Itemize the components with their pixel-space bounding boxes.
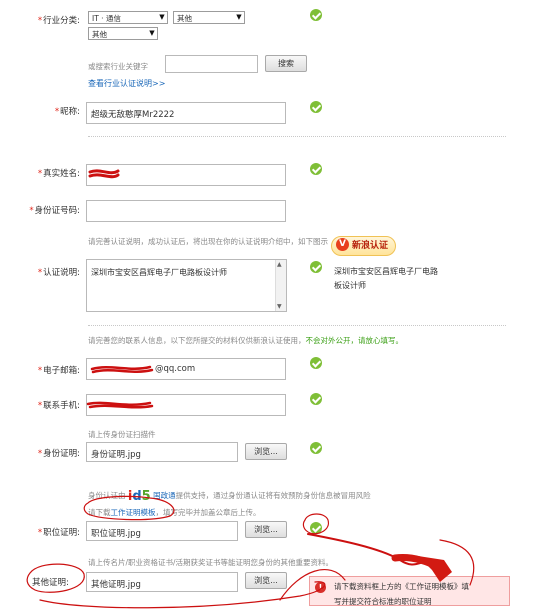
id5-note: 身份认证由 id5 国政通提供支持，通过身份通认证将有效预防身份信息被冒用风险 bbox=[88, 489, 371, 504]
id-number-label: *身份证号码: bbox=[29, 206, 80, 216]
divider bbox=[88, 136, 506, 137]
check-icon bbox=[310, 522, 322, 534]
industry-select-2[interactable]: 其他 ▼ bbox=[173, 11, 245, 24]
industry-search-input[interactable] bbox=[165, 55, 258, 73]
search-button[interactable]: 搜索 bbox=[265, 55, 307, 72]
contact-hint: 请完善您的联系人信息，以下您所提交的材料仅供新浪认证使用，不会对外公开，请放心填… bbox=[88, 336, 403, 345]
phone-label: *联系手机: bbox=[37, 401, 80, 411]
job-proof-label: *职位证明: bbox=[37, 528, 80, 538]
arrow-annotation bbox=[391, 554, 444, 572]
scroll-down-icon[interactable]: ▼ bbox=[277, 303, 282, 310]
browse-button[interactable]: 浏览... bbox=[245, 443, 287, 460]
other-proof-label: 其他证明: bbox=[32, 578, 69, 588]
chevron-down-icon: ▼ bbox=[146, 28, 157, 39]
industry-search-hint: 或搜索行业关键字 bbox=[88, 62, 148, 71]
view-industry-link[interactable]: 查看行业认证说明>> bbox=[88, 78, 165, 89]
check-icon bbox=[310, 357, 322, 369]
verify-desc-value: 深圳市宝安区昌辉电子厂电路板设计师 bbox=[91, 268, 227, 277]
sina-verify-badge: V 新浪认证 bbox=[331, 236, 397, 256]
scrollbar[interactable]: ▲ ▼ bbox=[275, 260, 286, 311]
check-icon bbox=[310, 163, 322, 175]
check-icon bbox=[310, 393, 322, 405]
scroll-up-icon[interactable]: ▲ bbox=[277, 261, 282, 268]
verify-preview-line1: 深圳市宝安区昌辉电子厂电路 bbox=[334, 267, 438, 276]
industry-label: *行业分类: bbox=[37, 16, 80, 26]
verify-desc-textarea[interactable]: 深圳市宝安区昌辉电子厂电路板设计师 ▲ ▼ bbox=[86, 259, 287, 312]
verify-preview-line2: 板设计师 bbox=[334, 281, 366, 290]
verify-preview: 深圳市宝安区昌辉电子厂电路 板设计师 bbox=[334, 265, 438, 293]
other-proof-file-input[interactable]: 其他证明.jpg bbox=[86, 572, 238, 592]
id5-logo: id5 bbox=[127, 489, 151, 504]
verify-desc-label: *认证说明: bbox=[37, 268, 80, 278]
industry-select-3[interactable]: 其他 ▼ bbox=[88, 27, 158, 40]
check-icon bbox=[310, 9, 322, 21]
nickname-input[interactable]: 超级无敌憨厚Mr2222 bbox=[86, 102, 286, 124]
error-line2: 写并提交符合标准的职位证明 bbox=[334, 597, 432, 606]
email-input[interactable]: @qq.com bbox=[86, 358, 286, 380]
nickname-label: *昵称: bbox=[54, 107, 80, 117]
job-proof-hint: 请下载工作证明模板，填写完毕并加盖公章后上传。 bbox=[88, 508, 261, 517]
phone-input[interactable] bbox=[86, 394, 286, 416]
eye-logo-icon: V bbox=[336, 238, 349, 251]
check-icon bbox=[310, 261, 322, 273]
error-tooltip: ! 请下载资料框上方的《工作证明模板》填 写并提交符合标准的职位证明 bbox=[309, 576, 510, 606]
industry-select-1[interactable]: IT · 通信 ▼ bbox=[88, 11, 168, 24]
verify-desc-hint: 请完善认证说明，成功认证后，将出现在你的认证说明介绍中，如下图示 bbox=[88, 237, 328, 246]
id-number-input[interactable] bbox=[86, 200, 286, 222]
divider bbox=[88, 325, 506, 326]
id-proof-label: *身份证明: bbox=[37, 449, 80, 459]
id-proof-hint: 请上传身份证扫描件 bbox=[88, 430, 156, 439]
chevron-down-icon: ▼ bbox=[233, 12, 244, 23]
job-proof-file-input[interactable]: 职位证明.jpg bbox=[86, 521, 238, 541]
real-name-label: *真实姓名: bbox=[37, 169, 80, 179]
id-proof-file-input[interactable]: 身份证明.jpg bbox=[86, 442, 238, 462]
other-proof-hint: 请上传名片/职业资格证书/活期获奖证书等能证明您身份的其他重要资料。 bbox=[88, 558, 334, 567]
check-icon bbox=[310, 442, 322, 454]
job-template-link[interactable]: 工作证明模板 bbox=[111, 508, 156, 517]
browse-button[interactable]: 浏览... bbox=[245, 521, 287, 538]
error-icon: ! bbox=[315, 582, 326, 593]
check-icon bbox=[310, 101, 322, 113]
real-name-input[interactable] bbox=[86, 164, 286, 186]
error-line1: 请下载资料框上方的《工作证明模板》填 bbox=[334, 582, 469, 591]
chevron-down-icon: ▼ bbox=[156, 12, 167, 23]
browse-button[interactable]: 浏览... bbox=[245, 572, 287, 589]
email-label: *电子邮箱: bbox=[37, 366, 80, 376]
